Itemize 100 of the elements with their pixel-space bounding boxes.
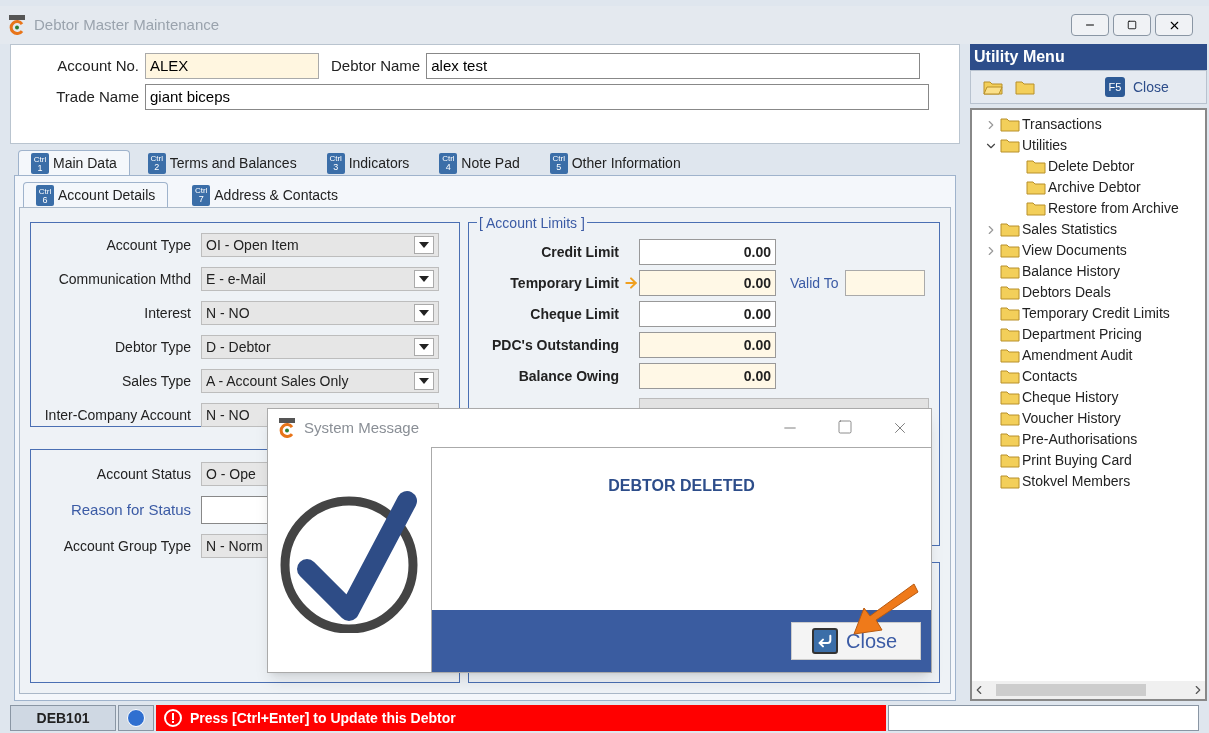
tree-item[interactable]: Contacts <box>1022 366 1078 387</box>
folder-button[interactable] <box>1015 79 1035 95</box>
tree-item[interactable]: Voucher History <box>1022 408 1121 429</box>
tree-item[interactable]: Temporary Credit Limits <box>1022 303 1170 324</box>
field-label: Reason for Status <box>69 499 191 520</box>
folder-icon <box>1000 243 1020 258</box>
shortcut-key-icon: Ctrl 7 <box>192 184 211 206</box>
tree-item[interactable]: Amendment Audit <box>1022 345 1133 366</box>
alert-icon <box>164 709 182 727</box>
field-label: Sales Type <box>121 371 191 391</box>
amount-field[interactable]: 0.00 <box>639 239 776 265</box>
open-folder-icon <box>983 79 1003 95</box>
window-title: Debtor Master Maintenance <box>34 14 220 35</box>
tree-item[interactable]: Utilities <box>1022 135 1068 156</box>
shortcut-key-icon: Ctrl 1 <box>31 153 49 174</box>
folder-icon <box>1000 306 1020 321</box>
amount-field[interactable]: 0.00 <box>639 301 776 327</box>
folder-icon <box>1000 348 1020 363</box>
app-logo-icon <box>8 15 26 35</box>
tree-item[interactable]: Restore from Archive <box>1048 198 1179 219</box>
status-message: Press [Ctrl+Enter] to Update this Debtor <box>190 708 456 728</box>
folder-icon <box>1000 390 1020 405</box>
dropdown-field[interactable]: D - Debtor <box>201 335 439 359</box>
tree-item[interactable]: View Documents <box>1022 240 1127 261</box>
folder-icon <box>1000 222 1020 237</box>
field-label: Communication Mthd <box>57 269 191 289</box>
f5-key-icon: F5 <box>1105 77 1125 97</box>
close-menu-button[interactable]: F5 Close <box>1105 76 1169 98</box>
tree-item[interactable]: Stokvel Members <box>1022 471 1131 492</box>
shortcut-key-icon: Ctrl 5 <box>549 152 568 174</box>
shortcut-key-icon: Ctrl 2 <box>147 152 166 174</box>
folder-icon <box>1000 411 1020 426</box>
shortcut-key-icon: Ctrl 4 <box>439 152 458 174</box>
dialog-close-button[interactable]: Close <box>791 622 921 660</box>
tree-item[interactable]: Print Buying Card <box>1022 450 1132 471</box>
field-label: Cheque Limit <box>529 304 619 324</box>
folder-icon <box>1026 201 1046 216</box>
help-icon <box>127 709 145 727</box>
amount-field[interactable]: 0.00 <box>639 363 776 389</box>
field-label: Account Status <box>95 464 191 484</box>
field-label: Debtor Name <box>331 55 421 76</box>
folder-icon <box>1000 432 1020 447</box>
field-label: PDC's Outstanding <box>491 335 619 355</box>
maximize-button[interactable] <box>1113 14 1151 36</box>
tree-item[interactable]: Transactions <box>1022 114 1102 135</box>
app-logo-icon <box>278 418 296 438</box>
dropdown-field[interactable]: OI - Open Item <box>201 233 439 257</box>
tree-item[interactable]: Pre-Authorisations <box>1022 429 1138 450</box>
minimize-button[interactable] <box>1071 14 1109 36</box>
maximize-icon[interactable] <box>837 419 853 435</box>
field-label: Debtor Type <box>114 337 191 357</box>
shortcut-key-icon: Ctrl 3 <box>326 152 345 174</box>
maximize-icon <box>1127 20 1137 30</box>
folder-icon <box>1000 327 1020 342</box>
field-label: Valid To <box>790 273 839 293</box>
shortcut-key-icon: Ctrl 6 <box>36 185 54 206</box>
folder-icon <box>1000 369 1020 384</box>
folder-icon <box>1015 79 1035 95</box>
folder-icon <box>1026 159 1046 174</box>
field-label: Trade Name <box>55 86 139 107</box>
trade-name-field[interactable]: giant biceps <box>145 84 929 110</box>
tree-item[interactable]: Delete Debtor <box>1048 156 1135 177</box>
tree-item[interactable]: Archive Debtor <box>1048 177 1141 198</box>
account-number-field[interactable]: ALEX <box>145 53 319 79</box>
field-label: Inter-Company Account <box>43 405 191 425</box>
tree-item[interactable]: Sales Statistics <box>1022 219 1117 240</box>
horizontal-scrollbar[interactable] <box>972 681 1205 699</box>
field-label: Account Group Type <box>62 536 191 556</box>
debtor-name-field[interactable]: alex test <box>426 53 921 79</box>
valid-to-field[interactable] <box>844 270 925 296</box>
field-label: Account Type <box>105 235 191 255</box>
open-folder-button[interactable] <box>983 79 1003 95</box>
dropdown-field[interactable]: N - NO <box>201 301 439 325</box>
field-label: Credit Limit <box>540 242 619 262</box>
folder-icon <box>1000 138 1020 153</box>
dialog-message: DEBTOR DELETED <box>608 476 755 496</box>
folder-icon <box>1000 285 1020 300</box>
screen-code: DEB101 <box>10 705 116 731</box>
dropdown-field[interactable]: E - e-Mail <box>201 267 439 291</box>
field-label: Account No. <box>56 55 139 76</box>
dialog-title: System Message <box>304 417 420 438</box>
amount-field[interactable]: 0.00 <box>639 270 776 296</box>
field-label: Interest <box>143 303 191 323</box>
field-label: Temporary Limit <box>509 273 619 293</box>
tree-item[interactable]: Debtors Deals <box>1022 282 1111 303</box>
tree-item[interactable]: Balance History <box>1022 261 1121 282</box>
tree-item[interactable]: Department Pricing <box>1022 324 1142 345</box>
folder-icon <box>1000 117 1020 132</box>
folder-icon <box>1026 180 1046 195</box>
help-button[interactable] <box>118 705 154 731</box>
tree-item[interactable]: Cheque History <box>1022 387 1119 408</box>
folder-icon <box>1000 264 1020 279</box>
amount-field[interactable]: 0.00 <box>639 332 776 358</box>
dropdown-field[interactable]: A - Account Sales Only <box>201 369 439 393</box>
enter-key-icon <box>812 628 838 654</box>
folder-icon <box>1000 474 1020 489</box>
field-label: Balance Owing <box>517 366 619 386</box>
utility-menu-header: Utility Menu <box>970 44 1207 70</box>
folder-icon <box>1000 453 1020 468</box>
close-button[interactable] <box>1155 14 1193 36</box>
